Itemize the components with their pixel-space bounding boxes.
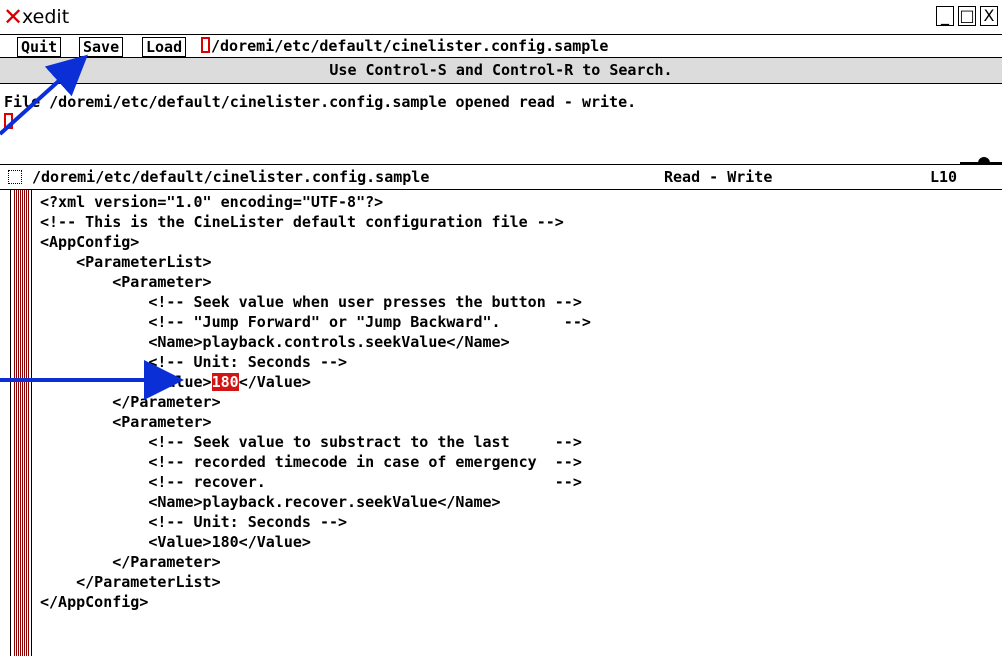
status-line-number: L10 bbox=[930, 168, 958, 186]
editor-line[interactable]: <!-- This is the CineLister default conf… bbox=[40, 212, 591, 232]
maximize-button[interactable]: □ bbox=[958, 6, 976, 26]
editor-line[interactable]: <Parameter> bbox=[40, 272, 591, 292]
editor-line[interactable]: </AppConfig> bbox=[40, 592, 591, 612]
editor-line[interactable]: </ParameterList> bbox=[40, 572, 591, 592]
search-hint-label: Use Control-S and Control-R to Search. bbox=[0, 58, 1002, 84]
editor-line[interactable]: <!-- recover. --> bbox=[40, 472, 591, 492]
editor-line[interactable]: <!-- Seek value to substract to the last… bbox=[40, 432, 591, 452]
editor-line[interactable]: <Parameter> bbox=[40, 412, 591, 432]
selected-value[interactable]: 180 bbox=[211, 373, 239, 391]
status-bar: /doremi/etc/default/cinelister.config.sa… bbox=[0, 164, 1002, 190]
text-editor[interactable]: <?xml version="1.0" encoding="UTF-8"?> <!… bbox=[0, 190, 1002, 656]
modified-flag-icon bbox=[8, 170, 22, 184]
minimize-icon: _ bbox=[941, 6, 949, 25]
editor-line[interactable]: <ParameterList> bbox=[40, 252, 591, 272]
scrollbar-thumb[interactable] bbox=[14, 190, 30, 656]
editor-line[interactable]: <Name>playback.controls.seekValue</Name> bbox=[40, 332, 591, 352]
filename-value: /doremi/etc/default/cinelister.config.sa… bbox=[211, 37, 609, 55]
save-button[interactable]: Save bbox=[79, 37, 124, 57]
title-bar: ✕ xedit _ □ X bbox=[0, 0, 1002, 34]
status-file-path: /doremi/etc/default/cinelister.config.sa… bbox=[32, 168, 430, 186]
editor-line[interactable]: <!-- Unit: Seconds --> bbox=[40, 512, 591, 532]
message-area[interactable]: File /doremi/etc/default/cinelister.conf… bbox=[0, 84, 1002, 164]
close-icon: X bbox=[983, 6, 995, 25]
editor-line[interactable]: <!-- "Jump Forward" or "Jump Backward". … bbox=[40, 312, 591, 332]
message-cursor bbox=[4, 113, 13, 129]
message-line: File /doremi/etc/default/cinelister.conf… bbox=[4, 93, 637, 111]
editor-line[interactable]: <Value>180</Value> bbox=[40, 532, 591, 552]
x-logo-icon: ✕ bbox=[2, 3, 24, 31]
close-button[interactable]: X bbox=[980, 6, 998, 26]
filename-input[interactable]: /doremi/etc/default/cinelister.config.sa… bbox=[201, 37, 608, 57]
text-cursor bbox=[201, 37, 210, 53]
status-mode: Read - Write bbox=[664, 168, 773, 186]
editor-text[interactable]: <?xml version="1.0" encoding="UTF-8"?> <!… bbox=[40, 192, 591, 612]
editor-line[interactable]: <Value>180</Value> bbox=[40, 372, 591, 392]
editor-line[interactable]: <!-- recorded timecode in case of emerge… bbox=[40, 452, 591, 472]
maximize-icon: □ bbox=[959, 6, 975, 25]
editor-line[interactable]: </Parameter> bbox=[40, 392, 591, 412]
minimize-button[interactable]: _ bbox=[936, 6, 954, 26]
editor-line[interactable]: </Parameter> bbox=[40, 552, 591, 572]
editor-line[interactable]: <AppConfig> bbox=[40, 232, 591, 252]
quit-button[interactable]: Quit bbox=[17, 37, 62, 57]
editor-line[interactable]: <!-- Unit: Seconds --> bbox=[40, 352, 591, 372]
window-title: xedit bbox=[22, 6, 70, 28]
editor-line[interactable]: <Name>playback.recover.seekValue</Name> bbox=[40, 492, 591, 512]
editor-line[interactable]: <!-- Seek value when user presses the bu… bbox=[40, 292, 591, 312]
editor-line[interactable]: <?xml version="1.0" encoding="UTF-8"?> bbox=[40, 192, 591, 212]
command-bar: Quit Save Load /doremi/etc/default/cinel… bbox=[0, 34, 1002, 58]
load-button[interactable]: Load bbox=[142, 37, 187, 57]
